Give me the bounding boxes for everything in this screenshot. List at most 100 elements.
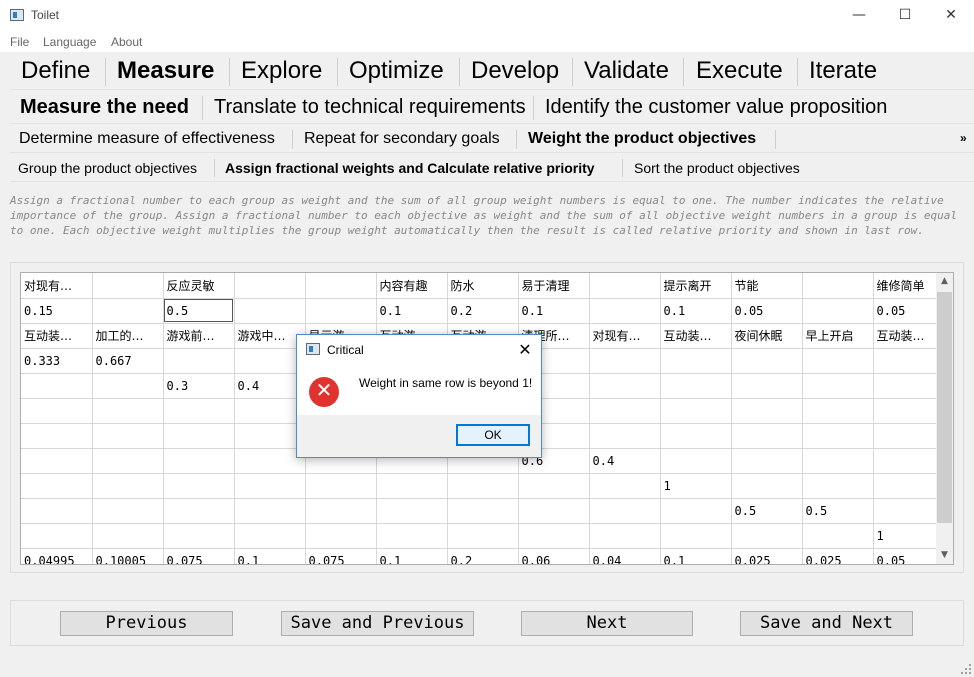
table-cell[interactable]: 互动装…: [21, 323, 93, 349]
table-cell[interactable]: [163, 523, 235, 549]
tab-optimize[interactable]: Optimize: [349, 57, 444, 85]
table-cell[interactable]: [92, 498, 164, 524]
table-cell[interactable]: 0.1: [234, 548, 306, 564]
table-cell[interactable]: [589, 498, 661, 524]
table-cell[interactable]: [873, 373, 945, 399]
table-cell[interactable]: 0.04: [589, 548, 661, 564]
tab-measure-effectiveness[interactable]: Determine measure of effectiveness: [19, 130, 275, 148]
table-cell[interactable]: 1: [873, 523, 945, 549]
table-cell[interactable]: [92, 373, 164, 399]
table-cell[interactable]: [589, 348, 661, 374]
table-cell[interactable]: [234, 298, 306, 324]
table-cell[interactable]: 0.3: [163, 373, 235, 399]
table-cell[interactable]: [163, 423, 235, 449]
table-cell[interactable]: 防水: [447, 273, 519, 299]
table-cell[interactable]: [802, 273, 874, 299]
next-button[interactable]: Next: [521, 611, 693, 636]
resize-grip-icon[interactable]: [960, 663, 972, 675]
table-cell[interactable]: [731, 373, 803, 399]
table-cell[interactable]: 0.4: [589, 448, 661, 474]
table-cell[interactable]: 0.1: [376, 298, 448, 324]
menu-file[interactable]: File: [10, 35, 29, 49]
tab-scroll-right-icon[interactable]: »: [960, 131, 967, 145]
table-cell[interactable]: [234, 273, 306, 299]
table-cell[interactable]: 反应灵敏: [163, 273, 235, 299]
table-cell[interactable]: [21, 498, 93, 524]
table-cell[interactable]: [589, 423, 661, 449]
tab-secondary-goals[interactable]: Repeat for secondary goals: [304, 130, 500, 148]
table-cell[interactable]: [873, 448, 945, 474]
table-cell[interactable]: [376, 523, 448, 549]
table-cell[interactable]: [660, 448, 732, 474]
table-cell[interactable]: [518, 473, 590, 499]
tab-translate-requirements[interactable]: Translate to technical requirements: [214, 96, 526, 119]
table-cell[interactable]: [92, 473, 164, 499]
table-cell[interactable]: [802, 473, 874, 499]
tab-develop[interactable]: Develop: [471, 57, 559, 85]
table-cell[interactable]: 游戏中…: [234, 323, 306, 349]
table-cell[interactable]: 易于清理: [518, 273, 590, 299]
table-cell[interactable]: [731, 523, 803, 549]
table-cell[interactable]: [802, 423, 874, 449]
table-cell[interactable]: [589, 373, 661, 399]
table-cell[interactable]: [234, 448, 306, 474]
table-cell[interactable]: [305, 273, 377, 299]
table-cell[interactable]: [305, 498, 377, 524]
table-cell[interactable]: [234, 348, 306, 374]
maximize-button[interactable]: ☐: [882, 0, 928, 32]
previous-button[interactable]: Previous: [60, 611, 233, 636]
table-cell[interactable]: [731, 348, 803, 374]
table-cell[interactable]: [21, 373, 93, 399]
table-cell[interactable]: [873, 398, 945, 424]
table-cell[interactable]: [234, 473, 306, 499]
menu-about[interactable]: About: [111, 35, 142, 49]
scrollbar-thumb[interactable]: [937, 292, 952, 523]
table-cell[interactable]: 加工的…: [92, 323, 164, 349]
table-cell[interactable]: [802, 298, 874, 324]
table-cell[interactable]: 对现有…: [21, 273, 93, 299]
tab-validate[interactable]: Validate: [584, 57, 669, 85]
save-and-previous-button[interactable]: Save and Previous: [281, 611, 474, 636]
table-cell[interactable]: [163, 348, 235, 374]
table-cell[interactable]: 0.333: [21, 348, 93, 374]
table-cell[interactable]: [234, 523, 306, 549]
table-cell[interactable]: [234, 423, 306, 449]
table-cell[interactable]: [873, 423, 945, 449]
table-cell[interactable]: 0.1: [660, 548, 732, 564]
tab-measure-the-need[interactable]: Measure the need: [20, 96, 189, 119]
tab-group-objectives[interactable]: Group the product objectives: [18, 160, 197, 176]
table-cell[interactable]: 互动装…: [660, 323, 732, 349]
table-cell[interactable]: [447, 498, 519, 524]
table-cell[interactable]: [802, 398, 874, 424]
scroll-up-arrow-icon[interactable]: ▲: [936, 273, 953, 290]
table-cell[interactable]: [660, 423, 732, 449]
table-cell[interactable]: [305, 473, 377, 499]
table-cell[interactable]: [376, 473, 448, 499]
table-cell[interactable]: [163, 498, 235, 524]
table-cell[interactable]: 0.05: [731, 298, 803, 324]
table-cell[interactable]: 0.075: [163, 548, 235, 564]
table-cell[interactable]: [589, 473, 661, 499]
table-cell[interactable]: [660, 373, 732, 399]
tab-iterate[interactable]: Iterate: [809, 57, 877, 85]
table-cell[interactable]: 0.025: [731, 548, 803, 564]
table-cell[interactable]: [305, 523, 377, 549]
table-cell[interactable]: 0.075: [305, 548, 377, 564]
table-cell[interactable]: [447, 523, 519, 549]
table-cell[interactable]: 0.10005: [92, 548, 164, 564]
table-cell[interactable]: [234, 398, 306, 424]
tab-sort-objectives[interactable]: Sort the product objectives: [634, 160, 800, 176]
table-cell[interactable]: 0.05: [873, 548, 945, 564]
table-cell[interactable]: 节能: [731, 273, 803, 299]
table-cell[interactable]: 0.5: [802, 498, 874, 524]
table-cell[interactable]: [589, 298, 661, 324]
table-cell[interactable]: [873, 348, 945, 374]
tab-weight-objectives[interactable]: Weight the product objectives: [528, 130, 756, 148]
table-cell[interactable]: [660, 523, 732, 549]
table-cell[interactable]: [589, 273, 661, 299]
table-cell[interactable]: [589, 523, 661, 549]
table-cell[interactable]: [660, 398, 732, 424]
close-button[interactable]: ✕: [928, 0, 974, 32]
table-cell[interactable]: 0.025: [802, 548, 874, 564]
table-cell[interactable]: [163, 448, 235, 474]
